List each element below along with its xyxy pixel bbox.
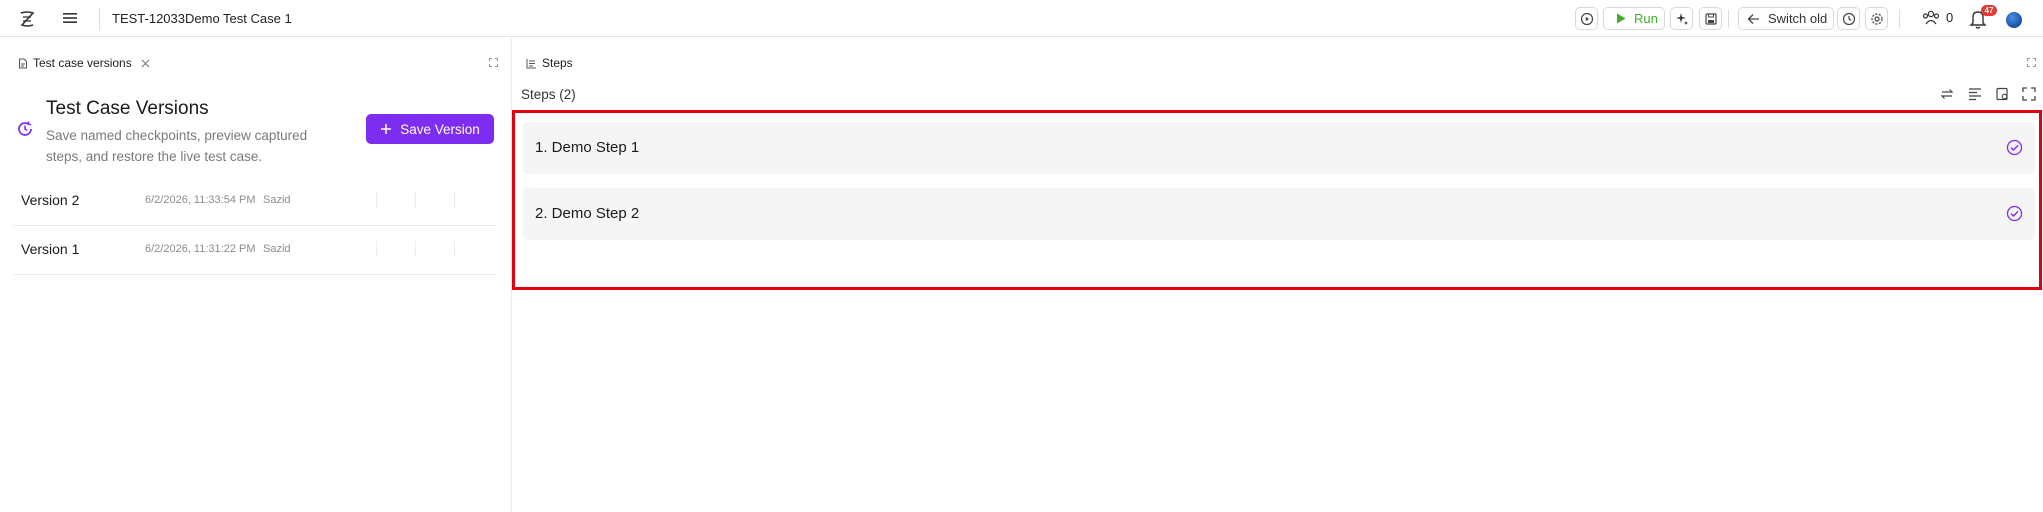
separator — [1728, 10, 1729, 28]
separator — [99, 8, 100, 30]
page-title: Test Case Versions — [46, 98, 209, 119]
version-user: Sazid — [263, 243, 291, 255]
version-date: 6/2/2026, 11:33:54 PM — [145, 194, 256, 206]
team-count: 0 — [1946, 9, 1954, 25]
step-item[interactable]: 1. Demo Step 1 — [523, 122, 2035, 174]
divider — [454, 192, 455, 208]
switch-old-button[interactable]: Switch old — [1738, 7, 1834, 30]
versions-panel: Test case versions Test Case Versions Sa… — [0, 38, 512, 512]
tab-label: Steps — [542, 56, 573, 70]
version-date: 6/2/2026, 11:31:22 PM — [145, 243, 256, 255]
team-icon — [1922, 10, 1940, 25]
step-label: 1. Demo Step 1 — [535, 139, 640, 156]
play-icon — [1617, 13, 1626, 24]
bookmark-icon[interactable] — [1995, 87, 2009, 101]
align-icon[interactable] — [1968, 87, 1982, 101]
divider — [415, 241, 416, 257]
swap-icon[interactable] — [1940, 87, 1954, 101]
history-icon — [18, 121, 32, 136]
version-row[interactable]: Version 1 6/2/2026, 11:31:22 PM Sazid — [14, 227, 496, 275]
version-row[interactable]: Version 2 6/2/2026, 11:33:54 PM Sazid — [14, 178, 496, 226]
settings-icon — [1870, 12, 1883, 25]
tab-steps[interactable]: Steps — [526, 56, 573, 70]
switch-old-label: Switch old — [1768, 11, 1828, 26]
top-bar: TEST-12033 Demo Test Case 1 Run Switch o… — [0, 0, 2043, 37]
save-version-label: Save Version — [400, 121, 480, 137]
arrow-left-icon — [1747, 13, 1759, 24]
save-icon — [1704, 12, 1717, 25]
check-circle-icon — [2006, 205, 2023, 222]
version-user: Sazid — [263, 194, 291, 206]
divider — [415, 192, 416, 208]
divider — [376, 192, 377, 208]
history-button[interactable] — [1837, 7, 1860, 30]
test-case-id: TEST-12033 — [112, 11, 185, 26]
ai-sparkle-icon — [1675, 12, 1688, 25]
notification-badge: 47 — [1981, 5, 1997, 16]
divider — [454, 241, 455, 257]
version-name: Version 2 — [21, 192, 80, 208]
close-icon[interactable] — [141, 59, 150, 68]
run-once-button[interactable] — [1575, 7, 1598, 30]
steps-icon — [526, 58, 536, 68]
history-icon — [1842, 12, 1855, 25]
steps-count: Steps (2) — [521, 87, 576, 102]
tab-test-case-versions[interactable]: Test case versions — [18, 56, 150, 70]
page-description: Save named checkpoints, preview captured… — [46, 128, 308, 164]
expand-icon[interactable] — [2027, 58, 2036, 67]
save-version-button[interactable]: Save Version — [366, 114, 494, 144]
save-button[interactable] — [1699, 7, 1722, 30]
step-item[interactable]: 2. Demo Step 2 — [523, 188, 2035, 240]
ai-button[interactable] — [1670, 7, 1693, 30]
team-members[interactable]: 0 — [1922, 9, 1953, 25]
run-button[interactable]: Run — [1603, 7, 1665, 30]
expand-icon[interactable] — [489, 58, 498, 67]
version-name: Version 1 — [21, 241, 80, 257]
menu-icon[interactable] — [62, 11, 78, 25]
divider — [376, 241, 377, 257]
test-case-title[interactable]: Demo Test Case 1 — [185, 11, 292, 26]
separator — [1899, 10, 1900, 28]
play-circle-icon — [1580, 12, 1593, 25]
run-label: Run — [1634, 11, 1658, 26]
logo-icon[interactable] — [18, 10, 36, 28]
fullscreen-icon[interactable] — [2022, 87, 2036, 101]
document-icon — [19, 58, 27, 68]
avatar[interactable] — [2006, 12, 2022, 28]
check-circle-icon — [2006, 139, 2023, 156]
step-label: 2. Demo Step 2 — [535, 205, 640, 222]
plus-icon — [381, 124, 392, 134]
tab-label: Test case versions — [33, 56, 132, 70]
settings-button[interactable] — [1865, 7, 1888, 30]
